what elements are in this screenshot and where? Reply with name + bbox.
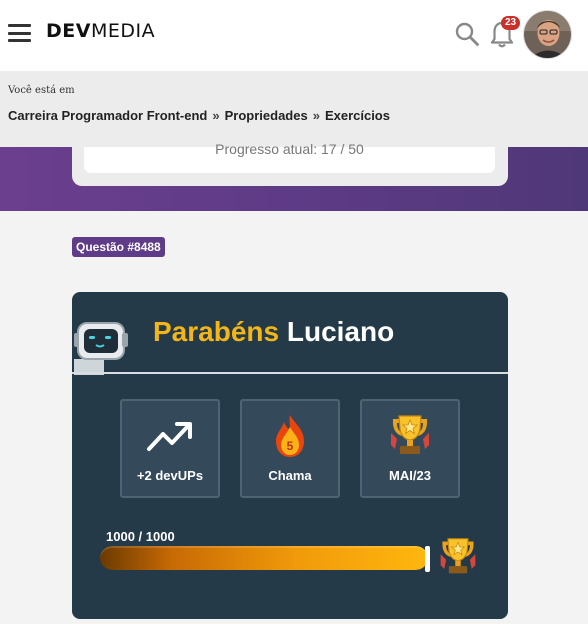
flame-label: Chama (268, 468, 312, 483)
xp-progress-marker (425, 546, 430, 572)
flame-stat: 5 Chama (240, 399, 340, 498)
trophy-date-label: MAI/23 (389, 468, 431, 483)
breadcrumb-item-career[interactable]: Carreira Programador Front-end (8, 108, 207, 123)
trophy-icon (391, 415, 429, 454)
avatar-photo (524, 11, 571, 58)
result-card: Parabéns Luciano +2 devUPs 5 Chama MAI/2… (72, 292, 508, 619)
flame-icon: 5 (272, 413, 308, 459)
breadcrumb-label: Você está em (8, 85, 75, 96)
xp-progress-fill (100, 546, 428, 570)
avatar[interactable] (523, 10, 572, 59)
notification-count-badge: 23 (501, 16, 520, 30)
progress-text: Progresso atual: 17 / 50 (215, 141, 364, 157)
devmedia-logo[interactable]: DEVMEDIA (46, 20, 155, 42)
notifications-button[interactable]: 23 (488, 16, 520, 50)
breadcrumb-item-exercises[interactable]: Exercícios (325, 108, 390, 123)
breadcrumb-item-properties[interactable]: Propriedades (225, 108, 308, 123)
devups-stat: +2 devUPs (120, 399, 220, 498)
xp-progress-text: 1000 / 1000 (106, 529, 175, 544)
logo-light-text: MEDIA (90, 20, 156, 42)
top-navbar: DEVMEDIA 23 (0, 0, 588, 71)
trending-up-icon (147, 422, 192, 451)
breadcrumb: Carreira Programador Front-end » Proprieda… (8, 108, 390, 123)
devups-label: +2 devUPs (136, 468, 204, 483)
divider (72, 372, 508, 374)
breadcrumb-separator: » (312, 108, 320, 123)
search-icon[interactable] (454, 21, 480, 47)
trophy-stat: MAI/23 (360, 399, 460, 498)
trophy-icon (440, 538, 476, 574)
user-name: Luciano (286, 316, 395, 347)
robot-mascot-icon (74, 322, 128, 375)
breadcrumb-separator: » (212, 108, 220, 123)
congrats-title: Parabéns Luciano (153, 316, 394, 348)
xp-progress-bar (100, 546, 428, 570)
flame-count: 5 (286, 439, 294, 453)
menu-icon[interactable] (8, 24, 31, 42)
question-number-badge: Questão #8488 (72, 237, 165, 257)
congrats-word: Parabéns (153, 316, 280, 347)
progress-box: Progresso atual: 17 / 50 (84, 141, 495, 173)
logo-bold-text: DEV (46, 20, 91, 42)
